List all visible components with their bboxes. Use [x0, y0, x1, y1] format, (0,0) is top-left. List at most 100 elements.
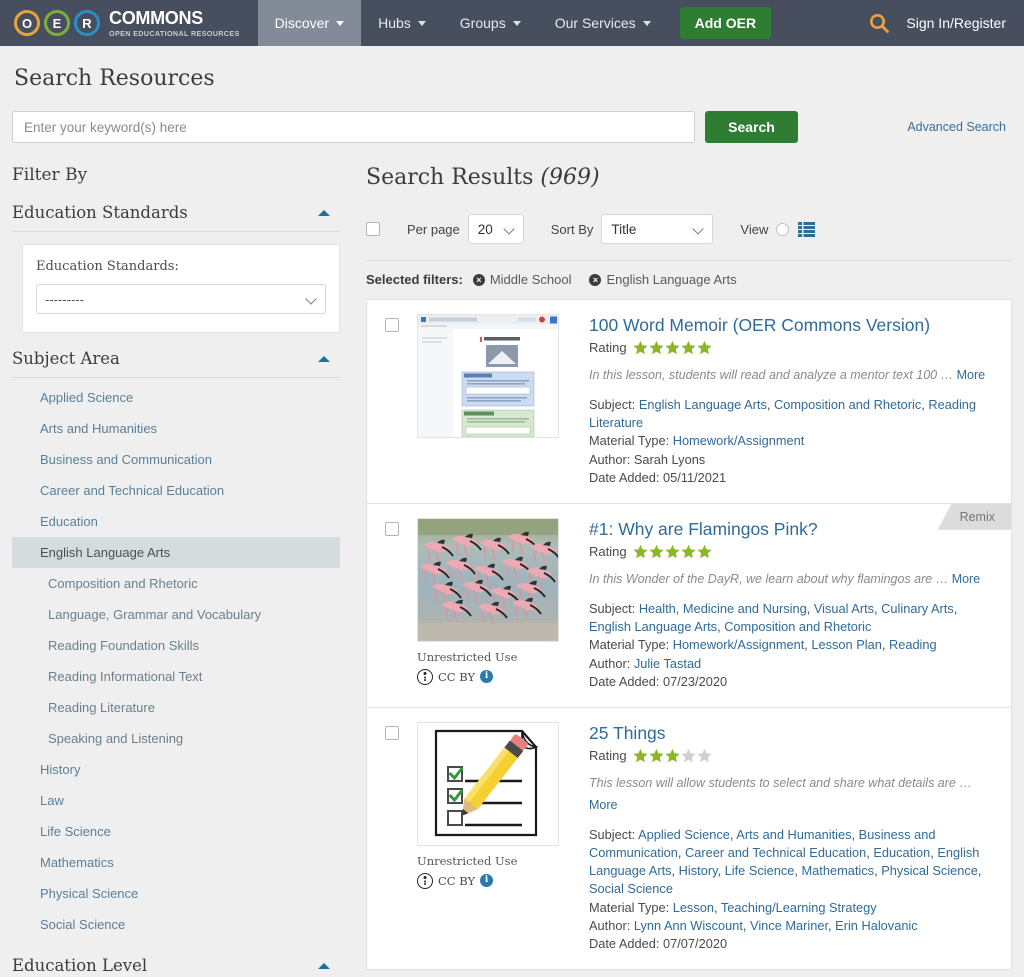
filter-section-education-standards-header[interactable]: Education Standards [12, 203, 340, 232]
more-link[interactable]: More [589, 798, 995, 812]
meta-subject-value[interactable]: Education [873, 845, 930, 860]
result-thumbnail[interactable] [417, 722, 559, 846]
per-page-select[interactable]: 20 [468, 214, 524, 244]
meta-author-value: Sarah Lyons [634, 452, 705, 467]
star-icon [665, 544, 680, 559]
search-input[interactable] [12, 111, 695, 143]
meta-material-value[interactable]: Homework/Assignment [673, 433, 805, 448]
education-standards-select[interactable]: --------- [36, 284, 326, 314]
nav-item-our-services[interactable]: Our Services [538, 0, 668, 46]
logo-letter-r: R [74, 10, 100, 36]
license-use-label: Unrestricted Use [417, 854, 559, 868]
sidebar-item-speaking-and-listening[interactable]: Speaking and Listening [12, 723, 340, 754]
meta-subject-value[interactable]: English Language Arts [639, 397, 767, 412]
meta-subject-value[interactable]: Physical Science [881, 863, 978, 878]
result-title-link[interactable]: 25 Things [589, 723, 995, 744]
license-use-label: Unrestricted Use [417, 650, 559, 664]
sidebar-item-physical-science[interactable]: Physical Science [12, 878, 340, 909]
meta-subject-value[interactable]: Composition and Rhetoric [774, 397, 921, 412]
close-icon[interactable]: × [589, 274, 601, 286]
sidebar-item-social-science[interactable]: Social Science [12, 909, 340, 940]
filter-section-subject-area-header[interactable]: Subject Area [12, 349, 340, 378]
nav-item-discover[interactable]: Discover [258, 0, 361, 46]
nav-item-groups[interactable]: Groups [443, 0, 538, 46]
sidebar-item-history[interactable]: History [12, 754, 340, 785]
meta-material-value[interactable]: Reading [889, 637, 937, 652]
sidebar-item-composition-and-rhetoric[interactable]: Composition and Rhetoric [12, 568, 340, 599]
oer-commons-logo[interactable]: O E R COMMONS OPEN EDUCATIONAL RESOURCES [0, 0, 258, 46]
sidebar-item-english-language-arts[interactable]: English Language Arts [12, 537, 340, 568]
meta-material-value[interactable]: Lesson [673, 900, 714, 915]
sidebar-item-applied-science[interactable]: Applied Science [12, 382, 340, 413]
meta-subject-value[interactable]: Career and Technical Education [685, 845, 866, 860]
meta-subject-value[interactable]: Culinary Arts [881, 601, 954, 616]
search-results-label: Search Results [366, 165, 533, 190]
meta-material-value[interactable]: Homework/Assignment [673, 637, 805, 652]
more-link[interactable]: More [957, 368, 985, 382]
filter-chip-middle-school[interactable]: × Middle School [473, 272, 572, 287]
result-title-link[interactable]: 100 Word Memoir (OER Commons Version) [589, 315, 995, 336]
close-icon[interactable]: × [473, 274, 485, 286]
sidebar-item-reading-literature[interactable]: Reading Literature [12, 692, 340, 723]
meta-subject-value[interactable]: Composition and Rhetoric [724, 619, 871, 634]
meta-subject-value[interactable]: Social Science [589, 881, 673, 896]
result-select-checkbox[interactable] [385, 318, 399, 332]
per-page-label: Per page [407, 222, 460, 237]
sidebar-item-arts-and-humanities[interactable]: Arts and Humanities [12, 413, 340, 444]
meta-subject-value[interactable]: Applied Science [638, 827, 730, 842]
meta-material-value[interactable]: Lesson Plan [811, 637, 881, 652]
sidebar-item-law[interactable]: Law [12, 785, 340, 816]
meta-author-value[interactable]: Lynn Ann Wiscount [634, 918, 743, 933]
meta-author-value[interactable]: Julie Tastad [634, 656, 701, 671]
more-link[interactable]: More [952, 572, 980, 586]
sidebar-item-mathematics[interactable]: Mathematics [12, 847, 340, 878]
filter-section-education-level-header[interactable]: Education Level [12, 956, 340, 977]
sort-by-select[interactable]: Title [601, 214, 713, 244]
search-button[interactable]: Search [705, 111, 798, 143]
list-view-icon[interactable] [798, 222, 815, 237]
chevron-up-icon [318, 963, 330, 969]
sidebar-item-education[interactable]: Education [12, 506, 340, 537]
meta-subject-value[interactable]: Life Science [725, 863, 795, 878]
nav-item-hubs[interactable]: Hubs [361, 0, 443, 46]
meta-author: Author: Sarah Lyons [589, 451, 995, 469]
meta-subject-value[interactable]: Arts and Humanities [736, 827, 851, 842]
result-thumbnail[interactable] [417, 518, 559, 642]
sidebar-item-career-and-technical-education[interactable]: Career and Technical Education [12, 475, 340, 506]
result-title-link[interactable]: #1: Why are Flamingos Pink? [589, 519, 995, 540]
meta-subject-value[interactable]: Mathematics [802, 863, 875, 878]
result-card-body: #1: Why are Flamingos Pink? Rating In th… [589, 518, 995, 691]
view-grid-toggle[interactable] [776, 223, 789, 236]
filter-chip-english-language-arts[interactable]: × English Language Arts [589, 272, 736, 287]
meta-date-added: Date Added: 07/07/2020 [589, 935, 995, 953]
advanced-search-link[interactable]: Advanced Search [907, 120, 1012, 134]
meta-subject-value[interactable]: English Language Arts [589, 619, 717, 634]
result-card-body: 25 Things Rating This lesson will allow … [589, 722, 995, 953]
result-select-checkbox[interactable] [385, 726, 399, 740]
sidebar-item-business-and-communication[interactable]: Business and Communication [12, 444, 340, 475]
sign-in-register-link[interactable]: Sign In/Register [906, 15, 1006, 31]
search-icon[interactable] [868, 12, 890, 34]
result-thumbnail[interactable] [417, 314, 559, 438]
meta-subject-value[interactable]: Health, Medicine and Nursing [639, 601, 807, 616]
meta-subject-value[interactable]: History [679, 863, 718, 878]
sidebar-item-reading-foundation-skills[interactable]: Reading Foundation Skills [12, 630, 340, 661]
star-icon [649, 544, 664, 559]
result-select-checkbox[interactable] [385, 522, 399, 536]
sidebar-item-language-grammar-and-vocabulary[interactable]: Language, Grammar and Vocabulary [12, 599, 340, 630]
info-icon[interactable]: i [480, 670, 493, 683]
select-all-checkbox[interactable] [366, 222, 380, 236]
sidebar-item-life-science[interactable]: Life Science [12, 816, 340, 847]
meta-author-value[interactable]: Vince Mariner [750, 918, 828, 933]
meta-date-added: Date Added: 05/11/2021 [589, 469, 995, 487]
add-oer-button[interactable]: Add OER [680, 7, 771, 39]
sidebar-item-reading-informational-text[interactable]: Reading Informational Text [12, 661, 340, 692]
result-description: This lesson will allow students to selec… [589, 774, 995, 792]
result-metadata: Subject: Applied Science, Arts and Human… [589, 826, 995, 953]
rating-stars [633, 340, 712, 355]
meta-date-value: 07/07/2020 [663, 936, 727, 951]
info-icon[interactable]: i [480, 874, 493, 887]
meta-material-value[interactable]: Teaching/Learning Strategy [721, 900, 877, 915]
meta-subject-value[interactable]: Visual Arts [814, 601, 874, 616]
meta-author-value[interactable]: Erin Halovanic [835, 918, 918, 933]
